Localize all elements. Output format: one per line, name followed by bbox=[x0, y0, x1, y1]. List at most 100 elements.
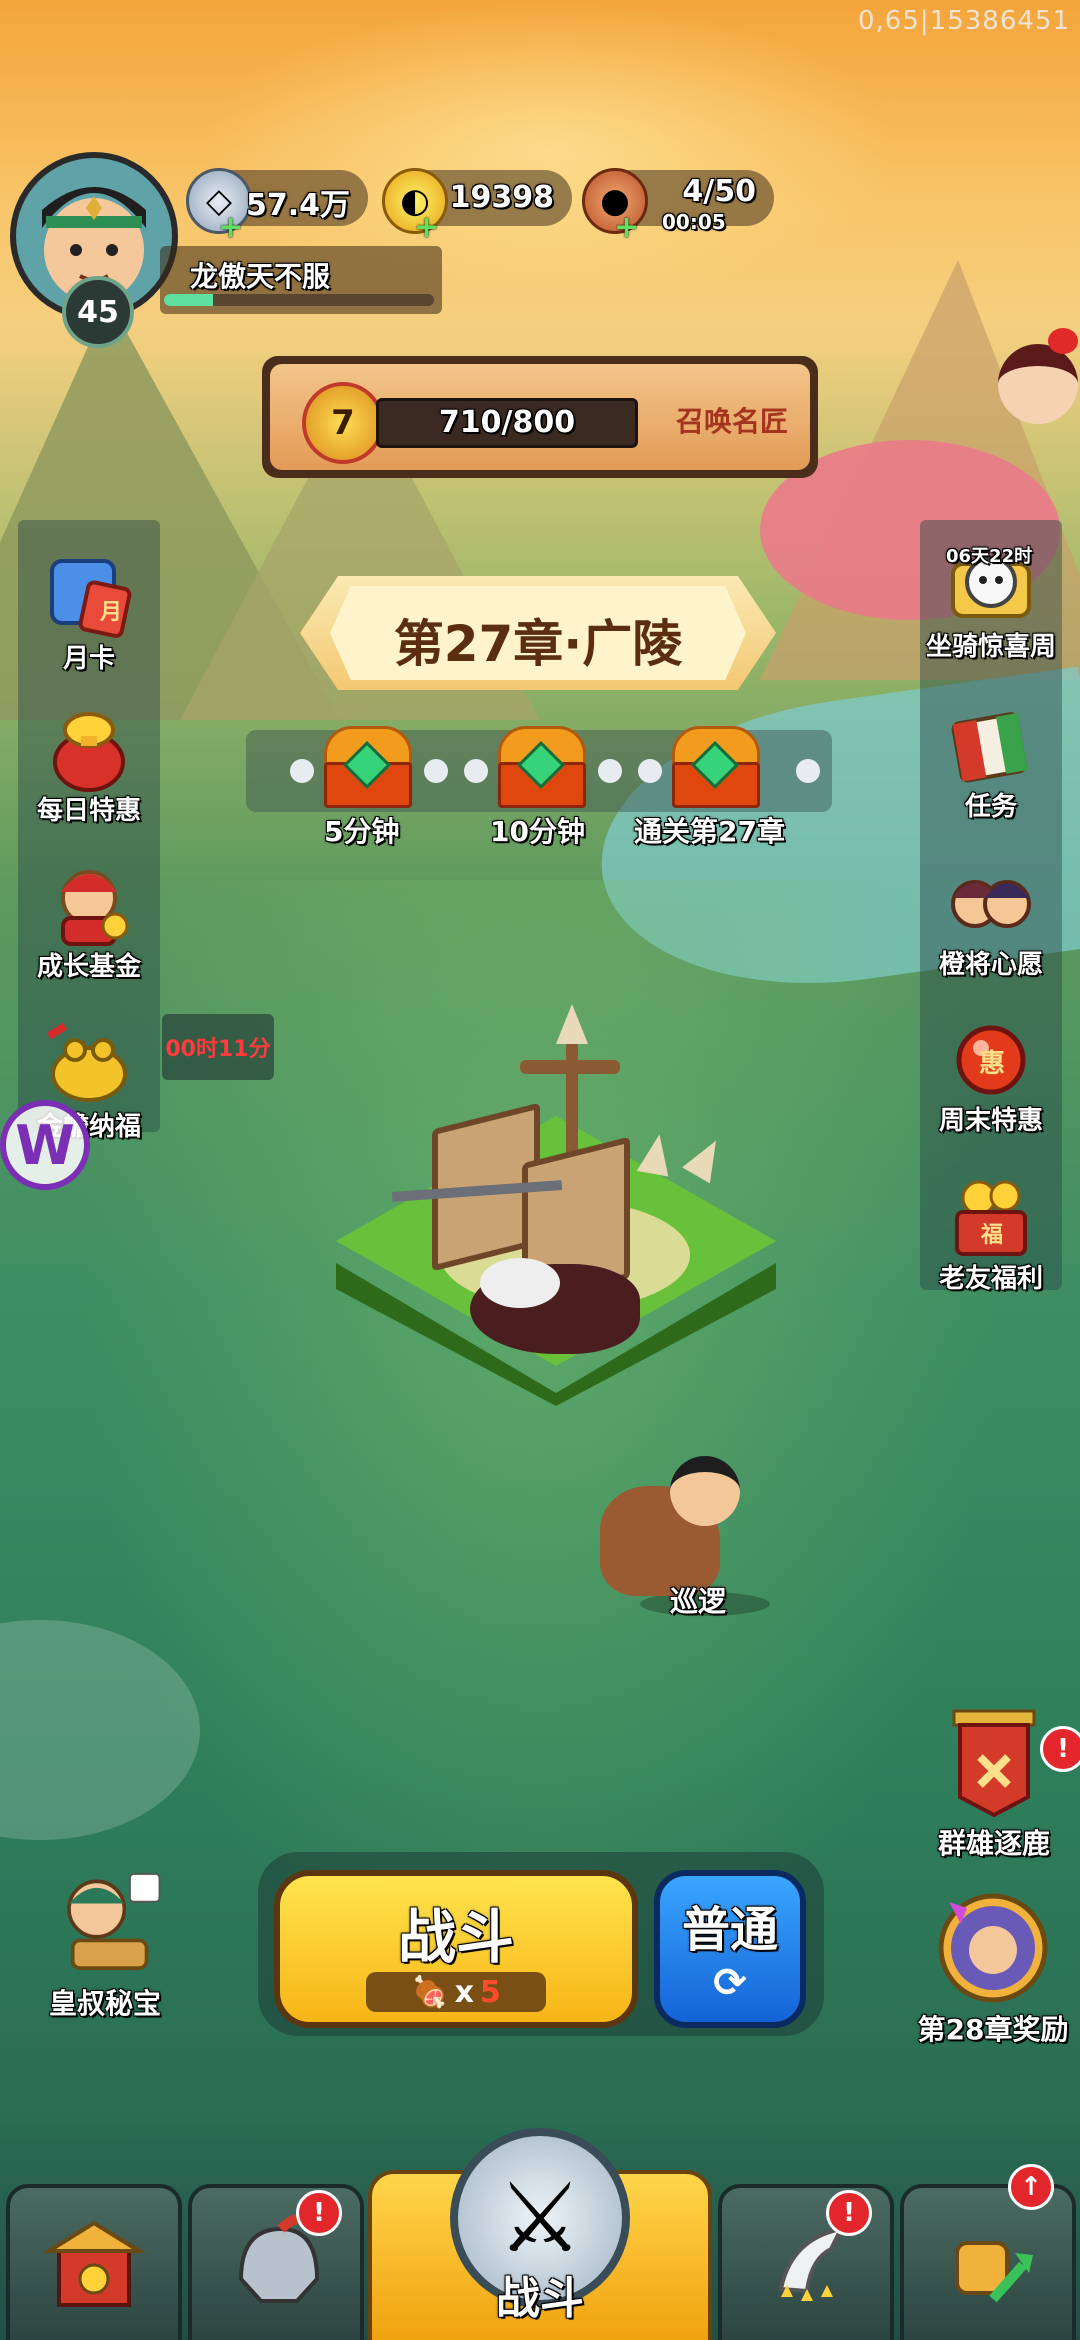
battle-cost-x: x bbox=[454, 1974, 474, 2010]
patrol-label: 巡逻 bbox=[670, 1585, 727, 1618]
chapter-reward-track bbox=[246, 726, 832, 812]
add-stamina-icon[interactable]: + bbox=[614, 210, 639, 245]
forge-level-medal: 7 bbox=[302, 382, 384, 464]
chapter-banner[interactable]: 第27章·广陵 bbox=[300, 576, 776, 690]
silver-value: 57.4万 bbox=[245, 188, 350, 223]
battle-button[interactable]: 战斗 🍖 x 5 bbox=[274, 1870, 638, 2028]
city-gate-icon bbox=[42, 2220, 146, 2307]
reward-chest-3[interactable] bbox=[668, 726, 760, 808]
npc-girl-icon[interactable] bbox=[988, 328, 1080, 448]
monthly-card-button[interactable]: 月 月卡 bbox=[14, 548, 164, 675]
difficulty-mode-button[interactable]: 普通 ⟳ bbox=[654, 1870, 806, 2028]
weekend-deal-button[interactable]: 惠 周末特惠 bbox=[916, 1010, 1066, 1137]
track-dot bbox=[424, 759, 448, 783]
old-friend-welfare-label: 老友福利 bbox=[938, 1264, 1043, 1294]
growth-fund-label: 成长基金 bbox=[36, 952, 141, 982]
reward-chest-1[interactable] bbox=[320, 726, 412, 808]
daily-deal-button[interactable]: 每日特惠 bbox=[14, 700, 164, 827]
spear-tip-icon bbox=[556, 1004, 588, 1044]
upgrade-fist-icon bbox=[955, 2241, 1033, 2303]
fortune-god-icon bbox=[41, 856, 137, 952]
svg-text:惠: 惠 bbox=[979, 1049, 1005, 1079]
spear-crossbar bbox=[520, 1060, 620, 1074]
nav-battle-label: 战斗 bbox=[496, 2273, 584, 2324]
track-dot bbox=[598, 759, 622, 783]
warlords-banner-icon bbox=[934, 1702, 1054, 1822]
svg-text:月: 月 bbox=[99, 600, 122, 625]
track-dot bbox=[464, 759, 488, 783]
add-gold-icon[interactable]: + bbox=[414, 210, 439, 245]
hero-head-icon bbox=[670, 1456, 740, 1526]
resource-silver[interactable]: ◇ + 57.4万 bbox=[186, 168, 368, 245]
old-friend-welfare-button[interactable]: 福 老友福利 bbox=[916, 1168, 1066, 1295]
stamina-value: 4/50 bbox=[682, 174, 756, 209]
orange-general-wish-label: 橙将心愿 bbox=[938, 950, 1043, 980]
debug-info: 0,65|15386451 bbox=[858, 6, 1070, 36]
track-dot bbox=[290, 759, 314, 783]
quest-scroll-icon bbox=[943, 696, 1039, 792]
chapter-28-reward-label: 第28章奖励 bbox=[917, 2013, 1069, 2046]
monthly-card-label: 月卡 bbox=[62, 644, 115, 674]
nav-city[interactable] bbox=[6, 2184, 182, 2340]
mount-surprise-week-button[interactable]: 06天22时 坐骑惊喜周 bbox=[916, 536, 1066, 663]
game-screen: 0,65|15386451 45 龙傲天不服 ◇ + 57.4万 ◐ + 193… bbox=[0, 0, 1080, 2340]
treasure-box-icon: 福 bbox=[943, 1168, 1039, 1264]
heroes-alert-icon: ! bbox=[296, 2190, 342, 2236]
imperial-uncle-treasure-label: 皇叔秘宝 bbox=[48, 1987, 161, 2020]
stamina-timer: 00:05 bbox=[662, 210, 726, 234]
reward-chest-2[interactable] bbox=[494, 726, 586, 808]
warlords-alert-icon: ! bbox=[1040, 1726, 1080, 1772]
svg-text:福: 福 bbox=[980, 1223, 1003, 1248]
battle-cost-amount: 5 bbox=[479, 1974, 501, 2010]
equipment-alert-icon: ! bbox=[826, 2190, 872, 2236]
upgrade-arrow-icon: ↑ bbox=[1008, 2164, 1054, 2210]
golden-toad-timer: 00时11分 bbox=[162, 1014, 274, 1080]
player-level-badge: 45 bbox=[62, 276, 134, 348]
resource-gold[interactable]: ◐ + 19398 bbox=[382, 168, 572, 245]
summon-smith-button[interactable]: 召唤名匠 bbox=[676, 400, 788, 440]
player-exp-fill bbox=[164, 294, 213, 306]
chest-2-label: 10分钟 bbox=[490, 815, 585, 848]
forge-progress-text: 710/800 bbox=[438, 405, 576, 440]
boar-mane bbox=[480, 1258, 560, 1308]
chest-1-label: 5分钟 bbox=[324, 815, 400, 848]
meat-cost-icon: 🍖 bbox=[411, 1974, 449, 2010]
golden-toad-icon bbox=[41, 1016, 137, 1112]
forge-level-panel: 7 710/800 召唤名匠 bbox=[270, 364, 810, 470]
gift-bag-icon bbox=[41, 700, 137, 796]
nav-upgrade[interactable] bbox=[900, 2184, 1076, 2340]
growth-fund-button[interactable]: 成长基金 bbox=[14, 856, 164, 983]
player-exp-bar bbox=[164, 294, 434, 306]
scholar-treasure-icon bbox=[45, 1862, 165, 1982]
chapter-reward-portrait-icon bbox=[933, 1888, 1053, 2008]
forge-progress-bar: 710/800 bbox=[376, 398, 638, 448]
imperial-uncle-treasure-button[interactable]: 皇叔秘宝 bbox=[30, 1862, 180, 2022]
weekend-deal-label: 周末特惠 bbox=[938, 1106, 1043, 1136]
battle-cost: 🍖 x 5 bbox=[366, 1972, 546, 2012]
track-dot bbox=[796, 759, 820, 783]
resource-stamina[interactable]: ● + 4/50 00:05 bbox=[582, 168, 774, 245]
monthly-card-icon: 月 bbox=[41, 548, 137, 644]
chapter-title: 第27章·广陵 bbox=[393, 615, 683, 673]
overlay-w-logo-icon[interactable]: W bbox=[0, 1100, 90, 1190]
refresh-icon: ⟳ bbox=[713, 1960, 747, 2006]
warlords-label: 群雄逐鹿 bbox=[937, 1827, 1050, 1860]
player-name: 龙傲天不服 bbox=[190, 260, 331, 293]
generals-portrait-icon bbox=[943, 854, 1039, 950]
spike-icon bbox=[636, 1131, 676, 1177]
orange-general-wish-button[interactable]: 橙将心愿 bbox=[916, 854, 1066, 981]
quest-button[interactable]: 任务 bbox=[916, 696, 1066, 823]
red-orb-icon: 惠 bbox=[943, 1010, 1039, 1106]
track-dot bbox=[638, 759, 662, 783]
mount-surprise-countdown: 06天22时 bbox=[946, 546, 1033, 567]
battle-button-label: 战斗 bbox=[397, 1903, 514, 1971]
add-silver-icon[interactable]: + bbox=[218, 210, 243, 245]
difficulty-mode-label: 普通 bbox=[681, 1902, 778, 1958]
gold-value: 19398 bbox=[449, 180, 554, 215]
chapter-28-reward-button[interactable]: 第28章奖励 bbox=[906, 1888, 1080, 2048]
daily-deal-label: 每日特惠 bbox=[36, 796, 141, 826]
chest-3-label: 通关第27章 bbox=[634, 815, 785, 848]
quest-label: 任务 bbox=[964, 792, 1017, 822]
warlords-button[interactable]: 群雄逐鹿 bbox=[914, 1702, 1074, 1862]
forge-level-box[interactable]: 7 710/800 召唤名匠 bbox=[262, 356, 818, 478]
